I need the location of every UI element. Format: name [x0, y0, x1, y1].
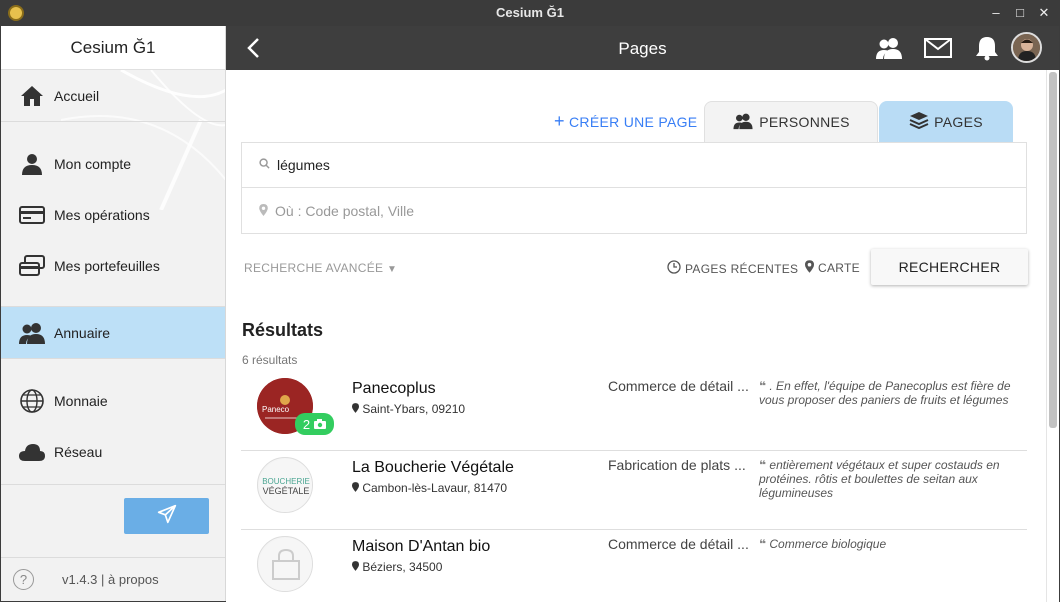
- svg-text:BOUCHERIE: BOUCHERIE: [262, 477, 310, 486]
- home-icon: [18, 82, 46, 110]
- paper-plane-icon: [157, 504, 177, 529]
- window-title: Cesium Ğ1: [496, 5, 564, 20]
- sidebar: Cesium Ğ1 Accueil Mon compte Mes opérati…: [1, 26, 226, 601]
- plus-icon: +: [554, 111, 565, 131]
- sidebar-item-label: Mon compte: [54, 155, 132, 172]
- main-content: + CRÉER UNE PAGE PERSONNES PAGES légumes: [226, 70, 1046, 602]
- list-item[interactable]: Paneco 2 Panecoplus Saint-Ybars, 09210 C…: [241, 372, 1027, 451]
- divider: [1, 121, 225, 122]
- tab-personnes[interactable]: PERSONNES: [704, 101, 878, 142]
- layers-icon: [909, 111, 929, 132]
- result-category: Fabrication de plats ...: [608, 457, 746, 473]
- caret-down-icon: ▼: [387, 264, 398, 275]
- sidebar-item-mes-portefeuilles[interactable]: Mes portefeuilles: [1, 240, 225, 291]
- location-pin-icon: [352, 402, 362, 416]
- sidebar-item-label: Accueil: [54, 87, 100, 104]
- result-name: La Boucherie Végétale: [352, 459, 514, 476]
- main-header: Pages: [226, 26, 1059, 70]
- sidebar-item-label: Annuaire: [54, 324, 111, 341]
- result-category: Commerce de détail ...: [608, 536, 749, 552]
- avatar[interactable]: [1011, 32, 1042, 63]
- location-pin-icon: [805, 260, 814, 276]
- globe-icon: [18, 387, 46, 415]
- card-icon: [18, 201, 46, 229]
- result-location: Cambon-lès-Lavaur, 81470: [352, 481, 507, 495]
- envelope-icon[interactable]: [923, 34, 953, 62]
- page-avatar: BOUCHERIE VÉGÉTALE: [257, 457, 313, 513]
- location-pin-icon: [352, 560, 362, 574]
- result-name: Maison D'Antan bio: [352, 538, 491, 555]
- search-icon: [259, 158, 270, 172]
- sidebar-item-mon-compte[interactable]: Mon compte: [1, 138, 225, 189]
- person-icon: [18, 150, 46, 178]
- location-pin-icon: [259, 203, 268, 219]
- people-icon: [18, 319, 46, 347]
- version-about-link[interactable]: v1.4.3 | à propos: [62, 572, 159, 587]
- help-icon[interactable]: ?: [13, 569, 34, 590]
- recent-pages-link[interactable]: PAGES RÉCENTES: [667, 260, 798, 277]
- divider: [1, 291, 225, 307]
- location-input[interactable]: Où : Code postal, Ville: [242, 188, 1026, 234]
- bell-icon[interactable]: [972, 34, 1002, 62]
- search-input[interactable]: légumes: [242, 143, 1026, 188]
- cards-icon: [18, 252, 46, 280]
- results-title: Résultats: [242, 320, 324, 340]
- page-avatar: [257, 536, 313, 592]
- maximize-icon[interactable]: □: [1011, 4, 1029, 22]
- results-count: 6 résultats: [242, 353, 298, 367]
- close-icon[interactable]: ✕: [1035, 4, 1053, 22]
- sidebar-item-reseau[interactable]: Réseau: [1, 426, 225, 477]
- transfer-button[interactable]: [124, 498, 209, 534]
- sidebar-item-label: Monnaie: [54, 392, 108, 409]
- result-description: ❝ . En effet, l'équipe de Panecoplus est…: [759, 379, 1011, 407]
- result-location: Béziers, 34500: [352, 560, 442, 574]
- advanced-search-toggle[interactable]: RECHERCHE AVANCÉE ▼: [244, 261, 397, 275]
- search-button[interactable]: RECHERCHER: [871, 249, 1028, 285]
- map-link[interactable]: CARTE: [805, 260, 860, 276]
- sidebar-item-label: Réseau: [54, 443, 103, 460]
- search-tabs: PERSONNES PAGES: [704, 101, 1013, 142]
- people-icon[interactable]: [874, 34, 904, 62]
- tab-pages[interactable]: PAGES: [879, 101, 1013, 142]
- sidebar-footer: ? v1.4.3 | à propos: [1, 557, 225, 601]
- divider: [1, 477, 225, 485]
- svg-text:Paneco: Paneco: [262, 405, 290, 414]
- list-item[interactable]: Maison D'Antan bio Béziers, 34500 Commer…: [241, 530, 1027, 602]
- sidebar-item-mes-operations[interactable]: Mes opérations: [1, 189, 225, 240]
- window-titlebar: Cesium Ğ1 – □ ✕: [0, 0, 1060, 26]
- photo-count-badge: 2: [295, 413, 334, 435]
- sidebar-item-label: Mes opérations: [54, 206, 150, 223]
- quote-icon: ❝: [759, 458, 767, 472]
- scrollbar[interactable]: [1046, 70, 1059, 602]
- sidebar-item-label: Mes portefeuilles: [54, 257, 160, 274]
- boucherie-logo-image: BOUCHERIE VÉGÉTALE: [259, 459, 312, 512]
- divider: [1, 358, 225, 359]
- cloud-icon: [18, 438, 46, 466]
- quote-icon: ❝: [759, 537, 767, 551]
- shopping-bag-icon: [259, 538, 312, 591]
- result-name: Panecoplus: [352, 380, 436, 397]
- sidebar-title: Cesium Ğ1: [1, 26, 225, 70]
- camera-icon: [314, 417, 327, 432]
- result-description: ❝ Commerce biologique: [759, 537, 887, 551]
- minimize-icon[interactable]: –: [987, 4, 1005, 22]
- location-pin-icon: [352, 481, 362, 495]
- scrollbar-thumb[interactable]: [1049, 72, 1057, 428]
- result-category: Commerce de détail ...: [608, 378, 749, 394]
- sidebar-item-annuaire[interactable]: Annuaire: [1, 307, 225, 358]
- list-item[interactable]: BOUCHERIE VÉGÉTALE La Boucherie Végétale…: [241, 451, 1027, 530]
- result-description: ❝ entièrement végétaux et super costauds…: [759, 458, 1000, 500]
- result-location: Saint-Ybars, 09210: [352, 402, 465, 416]
- quote-icon: ❝: [759, 379, 767, 393]
- clock-icon: [667, 260, 681, 277]
- create-page-link[interactable]: + CRÉER UNE PAGE: [554, 111, 697, 132]
- search-form: légumes Où : Code postal, Ville: [241, 142, 1027, 234]
- svg-text:VÉGÉTALE: VÉGÉTALE: [263, 486, 310, 496]
- people-icon: [732, 112, 754, 133]
- sidebar-item-monnaie[interactable]: Monnaie: [1, 375, 225, 426]
- sidebar-item-accueil[interactable]: Accueil: [1, 70, 225, 121]
